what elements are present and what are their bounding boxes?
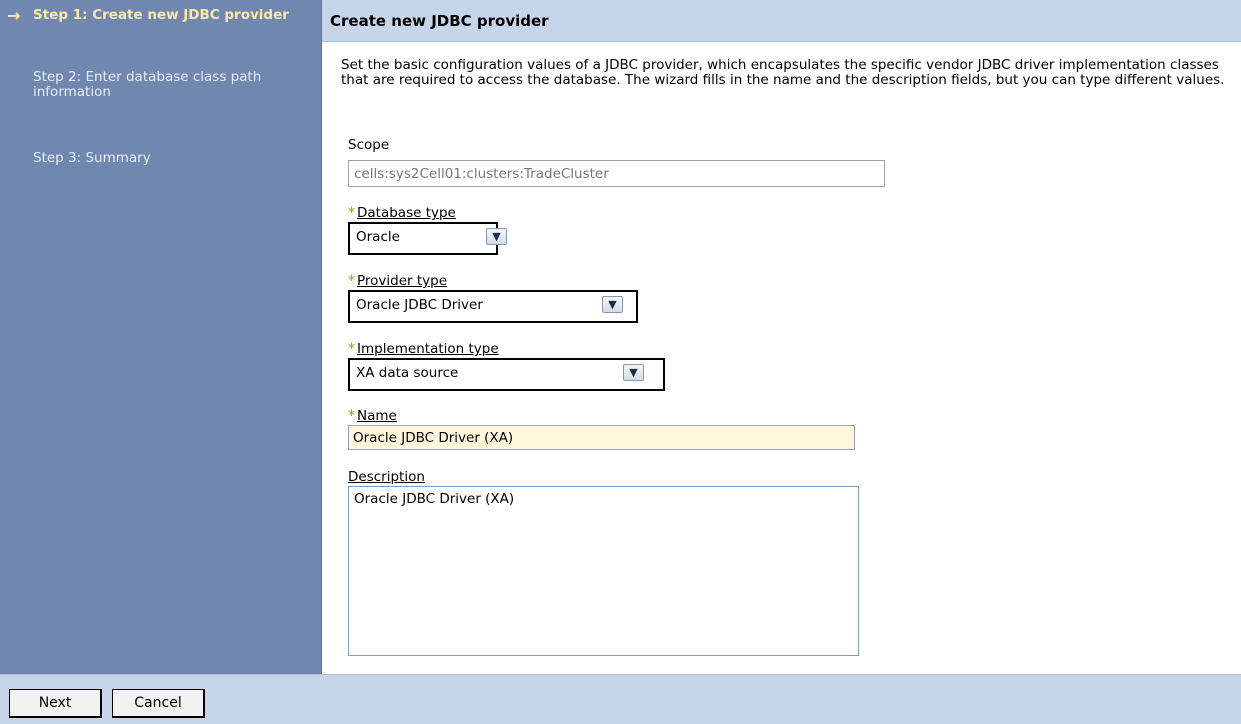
chevron-down-icon[interactable]: ▼ (486, 228, 507, 245)
description-label: Description (348, 469, 425, 485)
implementation-type-value: XA data source (356, 365, 459, 381)
current-step-arrow-icon: → (7, 6, 21, 25)
required-asterisk-icon: * (348, 341, 355, 357)
step-3-summary[interactable]: Step 3: Summary (33, 151, 303, 166)
chevron-down-icon[interactable]: ▼ (602, 296, 623, 313)
database-type-label: * Database type (348, 205, 456, 221)
page-title: Create new JDBC provider (330, 12, 549, 30)
chevron-down-icon[interactable]: ▼ (623, 364, 644, 381)
implementation-type-select[interactable]: XA data source ▼ (348, 358, 665, 391)
provider-type-select[interactable]: Oracle JDBC Driver ▼ (348, 290, 638, 323)
database-type-value: Oracle (356, 229, 400, 245)
cancel-button[interactable]: Cancel (112, 689, 205, 718)
provider-type-label: * Provider type (348, 273, 448, 289)
name-label: * Name (348, 408, 397, 424)
scope-label: Scope (348, 137, 390, 153)
required-asterisk-icon: * (348, 408, 355, 424)
implementation-type-label: * Implementation type (348, 341, 499, 357)
title-bar: Create new JDBC provider (322, 0, 1241, 42)
required-asterisk-icon: * (348, 205, 355, 221)
description-field[interactable]: Oracle JDBC Driver (XA) (348, 486, 859, 656)
database-type-select[interactable]: Oracle ▼ (348, 222, 507, 255)
scope-field (348, 160, 885, 187)
step-2-enter-class-path[interactable]: Step 2: Enter database class path inform… (33, 70, 303, 100)
step-1-create-jdbc-provider[interactable]: Step 1: Create new JDBC provider (33, 8, 303, 23)
provider-type-value: Oracle JDBC Driver (356, 297, 483, 313)
footer-bar: Next Cancel (0, 674, 1241, 724)
wizard-steps-sidebar: → Step 1: Create new JDBC provider Step … (0, 0, 322, 674)
next-button[interactable]: Next (9, 689, 102, 718)
name-field[interactable] (348, 425, 855, 450)
main-panel: Create new JDBC provider Set the basic c… (322, 0, 1241, 674)
intro-text: Set the basic configuration values of a … (341, 57, 1225, 88)
required-asterisk-icon: * (348, 273, 355, 289)
